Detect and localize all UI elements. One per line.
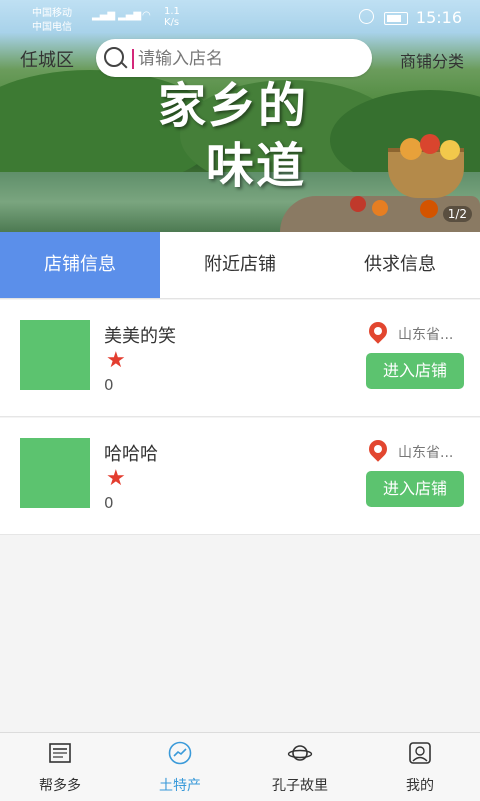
shop-thumbnail[interactable]	[20, 320, 90, 390]
search-icon[interactable]	[104, 47, 124, 67]
nav-item-local-specialties[interactable]: 土特产	[120, 733, 240, 801]
star-icon: ★	[106, 348, 126, 373]
profile-icon	[409, 742, 431, 764]
banner-pager: 1/2	[442, 206, 472, 222]
nav-item-mine[interactable]: 我的	[360, 733, 480, 801]
status-bar: 中国移动 中国电信 ▂▄▆ ▂▄▆ ◠ 1.1 K/s 15:16	[0, 0, 480, 36]
fruit-icon	[420, 200, 438, 218]
shop-category-button[interactable]: 商铺分类	[400, 48, 464, 72]
carrier-1: 中国移动	[32, 8, 72, 19]
shop-rating-count: 0	[104, 376, 114, 394]
banner-title-line1: 家乡的	[158, 78, 309, 134]
fruit-icon	[440, 140, 460, 160]
search-input[interactable]	[136, 39, 360, 79]
battery-icon	[384, 12, 408, 25]
wifi-icon: ◠	[142, 10, 151, 21]
star-icon: ★	[106, 466, 126, 491]
shop-name: 美美的笑	[104, 326, 176, 347]
net-speed: 1.1 K/s	[164, 6, 180, 28]
location-pin-icon	[365, 318, 391, 344]
planet-icon	[287, 745, 313, 761]
nav-item-confucius-hometown[interactable]: 孔子故里	[240, 733, 360, 801]
banner-title-line2: 味道	[206, 138, 307, 194]
nav-label: 帮多多	[39, 778, 81, 794]
nav-label: 孔子故里	[272, 778, 328, 794]
shop-address: 山东省...	[398, 445, 454, 461]
signal-icon: ▂▄▆	[118, 10, 142, 21]
tab-nearby-shops[interactable]: 附近店铺	[160, 232, 320, 298]
fruit-icon	[420, 134, 440, 154]
location-pin-icon	[365, 436, 391, 462]
signal-icon: ▂▄▆	[92, 10, 116, 21]
text-caret	[132, 49, 134, 69]
shop-rating-count: 0	[104, 494, 114, 512]
nav-item-bangduoduo[interactable]: 帮多多	[0, 733, 120, 801]
nav-label: 我的	[406, 778, 434, 794]
shop-address: 山东省...	[398, 327, 454, 343]
shop-thumbnail[interactable]	[20, 438, 90, 508]
shop-list-item[interactable]: 美美的笑 ★ 0 山东省... 进入店铺	[0, 300, 480, 417]
enter-shop-button[interactable]: 进入店铺	[366, 353, 464, 389]
enter-shop-button[interactable]: 进入店铺	[366, 471, 464, 507]
search-bar[interactable]	[96, 39, 372, 79]
news-icon	[49, 743, 71, 763]
tab-supply-demand[interactable]: 供求信息	[320, 232, 480, 298]
shop-list-item[interactable]: 哈哈哈 ★ 0 山东省... 进入店铺	[0, 418, 480, 535]
trend-icon	[168, 741, 192, 765]
fruit-icon	[372, 200, 388, 216]
fruit-icon	[400, 138, 422, 160]
location-selector[interactable]: 任城区	[20, 46, 74, 72]
alarm-icon	[359, 9, 374, 24]
tab-bar: 店铺信息 附近店铺 供求信息	[0, 232, 480, 299]
nav-label: 土特产	[159, 778, 201, 794]
clock: 15:16	[415, 8, 462, 27]
shop-name: 哈哈哈	[104, 444, 158, 465]
fruit-icon	[350, 196, 366, 212]
bottom-nav: 帮多多 土特产 孔子故里 我的	[0, 732, 480, 801]
tab-shop-info[interactable]: 店铺信息	[0, 232, 160, 298]
carrier-2: 中国电信	[32, 22, 72, 33]
